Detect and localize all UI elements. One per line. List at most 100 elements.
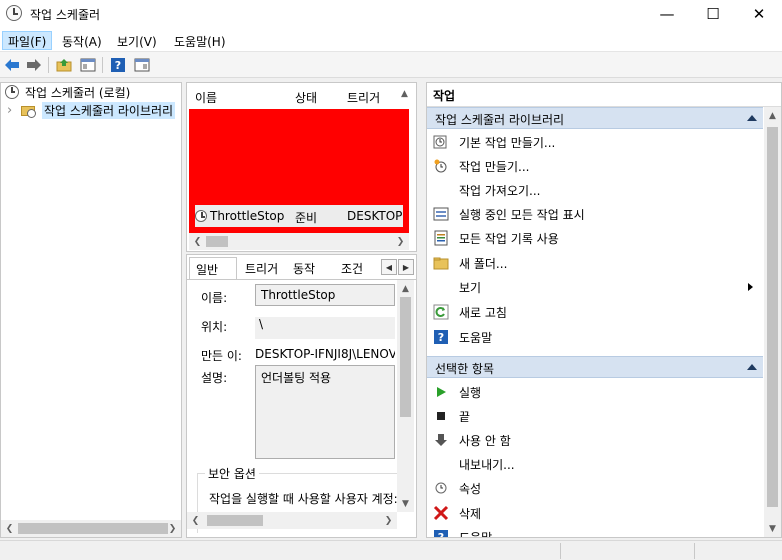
actions-vertical-scrollbar[interactable]: ▲ ▼ [764, 107, 781, 537]
scroll-up-arrow-icon[interactable]: ▲ [764, 107, 781, 124]
chevron-right-icon[interactable]: › [7, 103, 21, 118]
wizard-clock-icon [433, 134, 449, 150]
scroll-thumb[interactable] [400, 297, 411, 417]
tree-root-item[interactable]: 작업 스케줄러 (로컬) [5, 83, 130, 101]
status-bar [0, 540, 782, 560]
action-export[interactable]: 내보내기... [427, 452, 763, 476]
help-icon: ? [433, 529, 449, 538]
scroll-down-arrow-icon[interactable]: ▼ [764, 520, 781, 537]
refresh-icon [433, 304, 449, 320]
menu-file[interactable]: 파일(F) [2, 31, 53, 50]
scroll-thumb[interactable] [767, 127, 778, 507]
description-field[interactable]: 언더볼팅 적용 [255, 365, 395, 459]
menu-action[interactable]: 동작(A) [56, 31, 108, 50]
maximize-button[interactable]: ☐ [690, 0, 736, 28]
task-scheduler-app-icon [6, 5, 22, 21]
scroll-up-arrow-icon[interactable]: ▲ [397, 280, 414, 297]
svg-text:?: ? [115, 59, 121, 72]
tab-conditions[interactable]: 조건 [335, 257, 369, 279]
detail-horizontal-scrollbar[interactable]: ❮ ❯ [187, 512, 397, 529]
action-enable-history[interactable]: 모든 작업 기록 사용 [427, 226, 763, 250]
forward-arrow-icon[interactable] [24, 56, 44, 74]
location-label: 위치: [201, 320, 228, 334]
toolbar: ? [0, 52, 782, 78]
collapse-arrow-icon[interactable] [747, 364, 757, 370]
action-create-task[interactable]: 작업 만들기... [427, 154, 763, 178]
scroll-thumb[interactable] [207, 515, 263, 526]
history-log-icon [433, 230, 449, 246]
scroll-left-arrow-icon[interactable]: ❮ [187, 512, 204, 529]
tree-horizontal-scrollbar[interactable]: ❮ ❯ [1, 520, 181, 537]
back-arrow-icon[interactable] [2, 56, 22, 74]
menu-view[interactable]: 보기(V) [111, 31, 163, 50]
help-icon[interactable]: ? [108, 56, 128, 74]
action-properties[interactable]: 속성 [427, 476, 763, 500]
tab-triggers[interactable]: 트리거 [239, 257, 284, 279]
stop-icon [433, 408, 449, 424]
scroll-thumb[interactable] [18, 523, 168, 534]
folder-clock-icon [21, 104, 37, 118]
section-header-selected[interactable]: 선택한 항목 [427, 356, 763, 378]
task-trigger-cell: DESKTOP [347, 209, 403, 223]
navigation-tree-pane: 작업 스케줄러 (로컬) › 작업 스케줄러 라이브러리 ❮ ❯ [0, 82, 182, 538]
window-title: 작업 스케줄러 [30, 8, 101, 22]
column-status-header[interactable]: 상태 [295, 89, 317, 106]
actions-pane: 작업 작업 스케줄러 라이브러리 기본 작업 만들기... 작업 만들기... … [426, 82, 782, 538]
action-help-selected[interactable]: ? 도움말 [427, 525, 763, 538]
action-new-folder[interactable]: 새 폴더... [427, 251, 763, 275]
properties-clock-icon [433, 480, 449, 496]
tab-scroll-left-icon[interactable]: ◀ [381, 259, 397, 275]
action-disable[interactable]: 사용 안 함 [427, 428, 763, 452]
tree-library-item[interactable]: › 작업 스케줄러 라이브러리 [7, 101, 181, 119]
properties-pane-icon[interactable] [132, 56, 152, 74]
column-name-header[interactable]: 이름 [195, 89, 217, 106]
action-help[interactable]: ? 도움말 [427, 325, 763, 349]
close-button[interactable]: ✕ [736, 0, 782, 28]
scroll-right-arrow-icon[interactable]: ❯ [392, 233, 409, 250]
detail-vertical-scrollbar[interactable]: ▲ ▼ [397, 280, 414, 512]
collapse-arrow-icon[interactable] [747, 115, 757, 121]
action-create-basic-task[interactable]: 기본 작업 만들기... [427, 130, 763, 154]
scroll-down-arrow-icon[interactable]: ▼ [397, 495, 414, 512]
task-list-horizontal-scrollbar[interactable]: ❮ ❯ [189, 233, 409, 250]
scroll-up-arrow-icon[interactable]: ▲ [401, 89, 408, 99]
task-clock-icon [195, 210, 207, 222]
security-account-text: 작업을 실행할 때 사용할 사용자 계정: [209, 492, 397, 506]
action-import-task[interactable]: 작업 가져오기... [427, 178, 763, 202]
action-view[interactable]: 보기 [427, 275, 763, 299]
scroll-left-arrow-icon[interactable]: ❮ [189, 233, 206, 250]
actions-pane-title: 작업 [427, 83, 781, 107]
folder-up-icon[interactable] [54, 56, 74, 74]
svg-text:?: ? [438, 531, 444, 538]
action-end[interactable]: 끝 [427, 404, 763, 428]
running-tasks-icon [433, 206, 449, 222]
scroll-thumb[interactable] [206, 236, 228, 247]
show-hide-pane-icon[interactable] [78, 56, 98, 74]
section-header-library[interactable]: 작업 스케줄러 라이브러리 [427, 107, 763, 129]
location-value: \ [255, 317, 395, 339]
play-icon [433, 384, 449, 400]
delete-x-icon [433, 505, 449, 521]
action-display-running-tasks[interactable]: 실행 중인 모든 작업 표시 [427, 202, 763, 226]
disable-down-arrow-icon [433, 432, 449, 448]
tab-scroll-right-icon[interactable]: ▶ [398, 259, 414, 275]
scroll-right-arrow-icon[interactable]: ❯ [380, 512, 397, 529]
minimize-button-visible[interactable]: — [644, 0, 690, 28]
tab-general[interactable]: 일반 [189, 257, 237, 279]
section-header-library-label: 작업 스케줄러 라이브러리 [435, 113, 565, 127]
column-trigger-header[interactable]: 트리거 [347, 89, 380, 106]
new-folder-icon [433, 255, 449, 271]
action-delete[interactable]: 삭제 [427, 501, 763, 525]
tab-actions[interactable]: 동작 [287, 257, 321, 279]
scroll-left-arrow-icon[interactable]: ❮ [1, 520, 18, 537]
menu-help[interactable]: 도움말(H) [168, 31, 232, 50]
action-refresh[interactable]: 새로 고침 [427, 300, 763, 324]
name-field[interactable]: ThrottleStop [255, 284, 395, 306]
menu-bar: 파일(F) 동작(A) 보기(V) 도움말(H) [0, 28, 782, 52]
author-label: 만든 이: [201, 349, 242, 363]
security-options-legend: 보안 옵션 [205, 465, 259, 482]
task-name-cell: ThrottleStop [210, 209, 285, 223]
scroll-right-arrow-icon[interactable]: ❯ [164, 520, 181, 537]
action-run[interactable]: 실행 [427, 380, 763, 404]
task-row[interactable]: ThrottleStop 준비 DESKTOP [195, 205, 403, 227]
